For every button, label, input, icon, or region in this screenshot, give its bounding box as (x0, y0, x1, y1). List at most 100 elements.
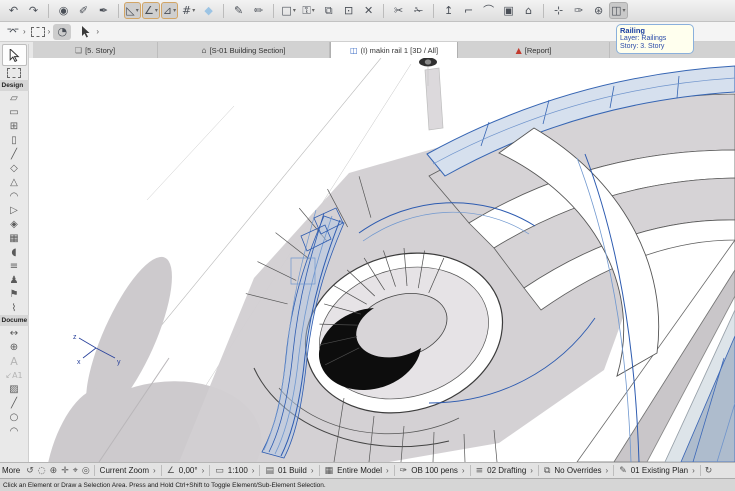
zone-tool[interactable]: ⚑ (2, 287, 27, 301)
more-button[interactable]: More (2, 466, 20, 475)
chevron-icon[interactable]: › (48, 27, 51, 36)
model-3d-viewport[interactable]: z x y (29, 58, 735, 462)
rotate-view-button[interactable]: ◉ (54, 2, 73, 19)
curtain-wall-tool[interactable]: ▦ (2, 231, 27, 245)
tab-label: [5. Story] (85, 46, 115, 55)
eraser-button[interactable]: ◆ (199, 2, 218, 19)
3d-visualization-button[interactable]: ◫▾ (609, 2, 627, 19)
tab-label: [S-01 Building Section] (210, 46, 286, 55)
walk-mode-icon[interactable]: ⌖ (73, 466, 78, 476)
favorites-button[interactable]: □▾ (279, 2, 298, 19)
text-tool[interactable]: A (2, 354, 27, 368)
pen-set-control[interactable]: ✑ OB 100 pens› (398, 466, 467, 476)
toolbar-divider (433, 4, 434, 18)
slab-tool[interactable]: ◇ (2, 161, 27, 175)
zoom-out-icon[interactable]: ◌ (38, 466, 46, 476)
door-tool[interactable]: ▭ (2, 105, 27, 119)
shell-tool[interactable]: ◠ (2, 189, 27, 203)
inject-parameters-button[interactable]: ✒ (94, 2, 113, 19)
annotate-button[interactable]: ✑ (569, 2, 588, 19)
undo-button[interactable]: ↶ (4, 2, 23, 19)
marker-button[interactable]: ✎ (229, 2, 248, 19)
beam-tool[interactable]: ╱ (2, 147, 27, 161)
snap-points-button[interactable]: ⊿▾ (161, 2, 178, 19)
axis-y-label: y (117, 359, 121, 366)
elevate-button[interactable]: ↥ (439, 2, 458, 19)
cursor-arrow-icon (81, 26, 91, 38)
zoom-in-icon[interactable]: ⊕ (50, 466, 58, 476)
shape-tool[interactable]: ◖ (2, 245, 27, 259)
pick-up-parameters-button[interactable]: ✐ (74, 2, 93, 19)
dimension-tool[interactable]: ↔ (2, 326, 27, 340)
guide-lines-button[interactable]: ◺▾ (124, 2, 141, 19)
scale-control[interactable]: ▭ 1:100› (213, 466, 256, 476)
pan-icon[interactable]: ✛ (61, 466, 69, 476)
toolbar-divider (273, 4, 274, 18)
publish-button[interactable]: ⊛ (589, 2, 608, 19)
selection-options-button[interactable]: ⌤ (4, 24, 22, 40)
toolbox-sidebar: Design ▱ ▭ ⊞ ▯ ╱ ◇ △ ◠ ▷ ◈ ▦ ◖ ≡ ♟ ⚑ ⌇ D… (0, 44, 29, 462)
column-tool[interactable]: ▯ (2, 133, 27, 147)
orbit-icon[interactable]: ◎ (82, 466, 90, 476)
line-tool[interactable]: ╱ (2, 396, 27, 410)
toolbar-divider (118, 4, 119, 18)
spline-tool[interactable]: ◠ (2, 424, 27, 438)
pen-icon: ✑ (400, 466, 408, 476)
trim-button[interactable]: ✂ (389, 2, 408, 19)
radial-dimension-tool[interactable]: ⊕ (2, 340, 27, 354)
skylight-tool[interactable]: ▷ (2, 203, 27, 217)
redo-button[interactable]: ↷ (24, 2, 43, 19)
tab-label: (I) makin rail 1 [3D / All] (361, 46, 439, 55)
resize-button[interactable]: ▣ (499, 2, 518, 19)
angle-icon: ∠ (167, 466, 175, 476)
tab-5-story[interactable]: ❏ [5. Story] (33, 42, 158, 58)
label-tool[interactable]: ↙A1 (2, 368, 27, 382)
pen-button[interactable]: ✏ (249, 2, 268, 19)
tab-report[interactable]: ▲ [Report] (458, 42, 610, 58)
fillet-button[interactable]: ⌒ (479, 2, 498, 19)
arrow-tool-button[interactable] (77, 24, 95, 40)
layer-combination-control[interactable]: ▤ 01 Build› (263, 466, 315, 476)
circle-tool[interactable]: ○ (2, 410, 27, 424)
fill-tool[interactable]: ▨ (2, 382, 27, 396)
suspend-groups-button[interactable]: ✕ (359, 2, 378, 19)
refresh-icon[interactable]: ↻ (705, 466, 713, 476)
morph-tool[interactable]: ⌇ (2, 301, 27, 315)
zoom-level-control[interactable]: Current Zoom› (98, 466, 158, 475)
orientation-control[interactable]: ∠ 0,00°› (165, 466, 207, 476)
adjust-button[interactable]: ⌐ (459, 2, 478, 19)
marquee-options-button[interactable] (29, 24, 47, 40)
graphic-override-control[interactable]: ⧉ No Overrides› (542, 466, 610, 476)
chevron-icon[interactable]: › (23, 27, 26, 36)
element-info-tooltip: Railing Layer: Railings Story: 3. Story (616, 24, 694, 54)
split-button[interactable]: ✁ (409, 2, 428, 19)
cube-3d-icon: ◫ (350, 46, 358, 55)
roof-tool[interactable]: △ (2, 175, 27, 189)
orbit-mode-button[interactable]: ◔ (53, 24, 71, 40)
grid-snap-button[interactable]: #▾ (179, 2, 198, 19)
snap-guides-button[interactable]: ∠▾ (142, 2, 160, 19)
home-story-button[interactable]: ⌂ (519, 2, 538, 19)
tab-building-section[interactable]: ⌂ [S-01 Building Section] (158, 42, 330, 58)
mesh-tool[interactable]: ◈ (2, 217, 27, 231)
structure-display-control[interactable]: ▦ Entire Model› (323, 466, 391, 476)
element-id-button[interactable]: ⊡ (339, 2, 358, 19)
stair-tool[interactable]: ≡ (2, 259, 27, 273)
axis-x-label: x (77, 359, 81, 366)
marquee-tool[interactable] (2, 66, 27, 80)
lock-button[interactable]: ⚿▾ (299, 2, 318, 19)
transform-button[interactable]: ⧉ (319, 2, 338, 19)
chevron-icon[interactable]: › (96, 27, 99, 36)
folder-icon: ❏ (75, 46, 82, 55)
object-tool[interactable]: ♟ (2, 273, 27, 287)
wall-tool[interactable]: ▱ (2, 91, 27, 105)
select-tool[interactable] (2, 44, 27, 66)
toolbar-divider (48, 4, 49, 18)
report-warning-icon: ▲ (516, 46, 522, 55)
align-button[interactable]: ⊹ (549, 2, 568, 19)
renovation-filter-control[interactable]: ✎ 01 Existing Plan› (617, 466, 697, 476)
dimension-style-control[interactable]: ≡ 02 Drafting› (474, 466, 535, 476)
window-tool[interactable]: ⊞ (2, 119, 27, 133)
tab-3d-view-active[interactable]: ◫ (I) makin rail 1 [3D / All] (330, 42, 458, 58)
zoom-previous-icon[interactable]: ↺ (26, 466, 34, 476)
